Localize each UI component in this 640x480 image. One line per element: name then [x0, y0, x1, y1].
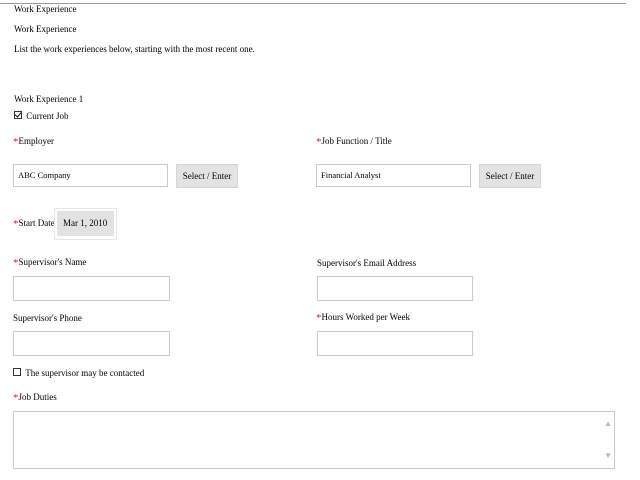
start-date-value: Mar 1, 2010 — [57, 211, 114, 236]
supervisor-phone-input[interactable] — [13, 331, 170, 356]
hours-label-row: *Hours Worked per Week — [316, 311, 410, 324]
employer-input[interactable]: ABC Company — [13, 164, 168, 187]
may-contact-label: The supervisor may be contacted — [25, 368, 145, 378]
instructions-text: List the work experiences below, startin… — [14, 44, 255, 54]
hours-label: Hours Worked per Week — [321, 312, 410, 322]
job-duties-label-row: *Job Duties — [13, 391, 57, 404]
required-marker: * — [13, 257, 19, 269]
job-function-label-row: *Job Function / Title — [316, 135, 392, 148]
current-job-label: Current Job — [26, 111, 69, 121]
job-function-label: Job Function / Title — [321, 136, 392, 146]
job-duties-textarea[interactable]: ▲ ▼ — [13, 411, 615, 469]
job-function-input[interactable]: Financial Analyst — [316, 164, 471, 187]
supervisor-name-label: Supervisor's Name — [18, 257, 87, 267]
current-job-checkbox[interactable] — [14, 111, 22, 119]
required-marker: * — [13, 392, 19, 404]
section-title: Work Experience — [14, 24, 77, 34]
required-marker: * — [13, 218, 19, 230]
supervisor-phone-label: Supervisor's Phone — [13, 313, 82, 323]
start-date-label: Start Date — [18, 218, 55, 228]
start-date-field[interactable]: Mar 1, 2010 — [54, 208, 117, 240]
scroll-down-icon[interactable]: ▼ — [604, 452, 612, 460]
may-contact-checkbox[interactable] — [13, 368, 21, 376]
job-function-select-button[interactable]: Select / Enter — [479, 164, 541, 188]
start-date-label-row: *Start Date — [13, 217, 55, 230]
employer-select-button[interactable]: Select / Enter — [176, 164, 238, 188]
supervisor-name-input[interactable] — [13, 276, 170, 301]
top-divider — [0, 3, 626, 4]
supervisor-name-label-row: *Supervisor's Name — [13, 256, 87, 269]
scroll-up-icon[interactable]: ▲ — [604, 420, 612, 428]
page-title: Work Experience — [14, 4, 77, 14]
employer-label-row: *Employer — [13, 135, 55, 148]
entry-heading: Work Experience 1 — [14, 94, 84, 104]
hours-input[interactable] — [317, 331, 473, 356]
current-job-row: Current Job — [14, 111, 69, 121]
job-duties-label: Job Duties — [18, 392, 57, 402]
employer-label: Employer — [18, 136, 55, 146]
required-marker: * — [316, 312, 322, 324]
supervisor-email-label: Supervisor's Email Address — [317, 258, 417, 268]
required-marker: * — [13, 136, 19, 148]
supervisor-email-input[interactable] — [317, 276, 473, 301]
may-contact-row: The supervisor may be contacted — [13, 368, 144, 378]
required-marker: * — [316, 136, 322, 148]
